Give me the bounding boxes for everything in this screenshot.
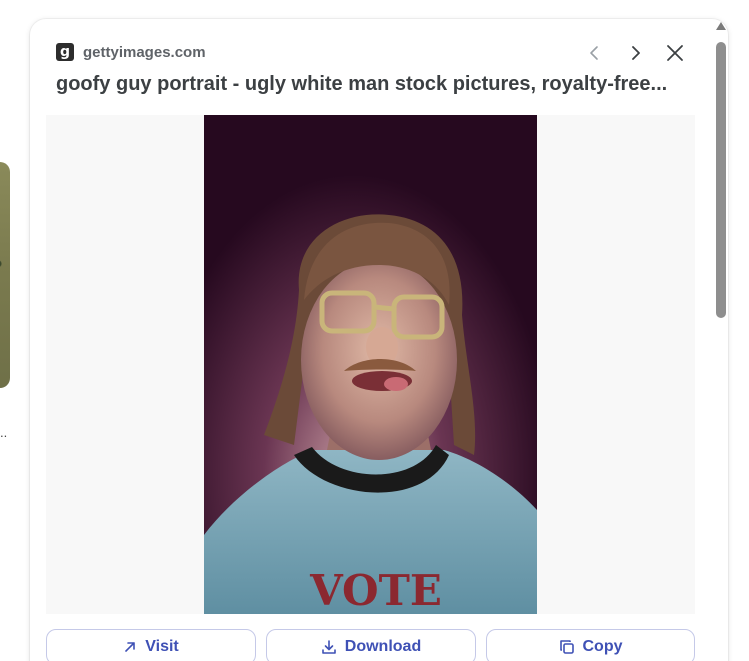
download-icon — [321, 640, 336, 654]
copy-label: Copy — [582, 638, 623, 655]
next-button[interactable] — [620, 39, 650, 67]
source-domain[interactable]: gettyimages.com — [83, 44, 206, 61]
copy-icon — [559, 640, 574, 654]
download-button[interactable]: Download — [266, 629, 476, 661]
download-label: Download — [344, 638, 422, 655]
gettyimages-logo-icon: g — [56, 43, 74, 61]
visit-button[interactable]: Visit — [46, 629, 256, 661]
image-title[interactable]: goofy guy portrait - ugly white man stoc… — [56, 73, 696, 96]
chevron-right-icon — [632, 46, 640, 60]
page: .. g gettyimages.com goofy guy portrait … — [0, 0, 749, 661]
visit-label: Visit — [145, 638, 179, 655]
copy-button[interactable]: Copy — [486, 629, 695, 661]
action-buttons: Visit Download Copy — [46, 629, 695, 661]
close-button[interactable] — [660, 39, 690, 67]
background-ellipsis: .. — [0, 425, 8, 440]
scroll-up-arrow-icon[interactable] — [716, 22, 726, 30]
scrollbar[interactable] — [715, 22, 727, 661]
image-preview-panel: g gettyimages.com goofy guy portrait - u… — [30, 19, 728, 661]
portrait-photo[interactable]: VOTE — [204, 115, 537, 614]
panel-navigation — [580, 39, 690, 67]
chevron-left-icon — [590, 46, 598, 60]
source-row[interactable]: g gettyimages.com — [56, 43, 206, 61]
image-frame: VOTE — [46, 115, 695, 614]
arrow-up-right-icon — [125, 642, 136, 652]
background-thumbnail[interactable] — [0, 162, 10, 388]
portrait-illustration: VOTE — [204, 115, 537, 614]
scrollbar-thumb[interactable] — [716, 42, 726, 318]
previous-button[interactable] — [580, 39, 610, 67]
close-icon — [667, 45, 683, 61]
shirt-text: VOTE — [309, 566, 442, 614]
